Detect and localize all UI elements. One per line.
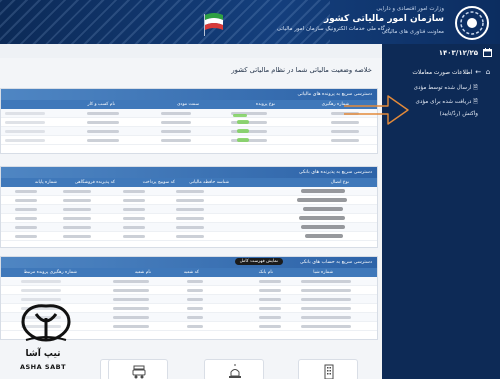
sidebar-item-sent[interactable]: 🗎 ارسال شده توسط مؤدی (414, 83, 478, 93)
logo-latin: ASHA SABT (19, 363, 67, 371)
table-row[interactable] (1, 187, 377, 196)
page-title: خلاصه وضعیت مالیاتی شما در نظام مالیاتی … (231, 66, 372, 74)
calendar-icon (483, 48, 492, 57)
column-header: کد سوییچ پرداخت (142, 180, 175, 185)
table-row[interactable] (1, 136, 377, 145)
organization-emblem-icon (455, 6, 489, 40)
column-header: کد پذیرنده فروشگاهی (74, 180, 115, 185)
table-body (1, 187, 377, 241)
service-card-building[interactable] (298, 359, 358, 379)
table-row[interactable] (1, 214, 377, 223)
column-header: سمت مودی (177, 102, 199, 107)
document-icon: 🗎 (473, 84, 478, 91)
column-header: نوع پرونده (255, 102, 275, 107)
annotation-arrow-icon (344, 95, 409, 125)
column-header: نام شعبه (134, 270, 151, 275)
sidebar-section-label: اطلاعات صورت معاملات (412, 70, 473, 76)
portal-header: درگاه ملی خدمات الکترونیک سازمان امور ما… (0, 0, 500, 44)
table-row[interactable] (1, 196, 377, 205)
portal-name: درگاه ملی خدمات الکترونیک سازمان امور ما… (276, 26, 390, 32)
logo-name: تیپ آشا (25, 349, 61, 359)
column-header: کد شعبه (183, 270, 199, 275)
table-row[interactable] (1, 232, 377, 241)
table-row[interactable] (1, 127, 377, 136)
column-header: شناسه حافظه مالیاتی (189, 180, 229, 185)
sidebar-section-transactions[interactable]: ⌂ ← اطلاعات صورت معاملات (412, 68, 492, 76)
table-header: نوع اتصال شناسه حافظه مالیاتی کد سوییچ پ… (1, 178, 377, 187)
tax-files-panel: دسترسی سریع به پرونده های مالیاتی شماره … (0, 88, 378, 154)
building-icon (324, 364, 334, 379)
table-header: شماره رهگیری نوع پرونده سمت مودی نام کسب… (1, 100, 377, 109)
service-card-vehicle[interactable] (108, 359, 168, 379)
table-row[interactable] (1, 223, 377, 232)
ministry-name: وزارت امور اقتصادی و دارایی (376, 6, 444, 12)
sidebar-item-reaction[interactable]: واکنش (ردّ/تایید) (440, 111, 478, 117)
tax-portal-screen: درگاه ملی خدمات الکترونیک سازمان امور ما… (0, 0, 500, 379)
document-icon: 🗎 (473, 98, 478, 105)
table-row[interactable] (1, 118, 377, 127)
siren-icon (229, 364, 241, 378)
service-card-alarm[interactable] (204, 359, 264, 379)
column-header: شماره پایانه (34, 180, 57, 185)
column-header: نام کسب و کار (87, 102, 115, 107)
column-header: نام بانک (258, 270, 273, 275)
header-pattern (0, 0, 330, 44)
iran-flag-icon (204, 13, 223, 36)
sidebar-item-received[interactable]: 🗎 دریافت شده برای مؤدی (416, 97, 478, 107)
column-header: شماره شبا (313, 270, 333, 275)
column-header: شماره رهگیری پرونده مرتبط (23, 270, 77, 275)
organization-name: سازمان امور مالیاتی کشور (323, 14, 444, 24)
chevron-left-icon: ← (475, 68, 482, 76)
table-row[interactable] (1, 277, 377, 286)
home-icon: ⌂ (485, 68, 491, 76)
table-row[interactable] (1, 286, 377, 295)
sidebar-item-label: دریافت شده برای مؤدی (415, 99, 472, 105)
bank-acceptors-panel: دسترسی سریع به پذیرنده های بانکی نوع اتص… (0, 166, 378, 248)
current-date: ۱۴۰۳/۱۲/۲۵ (438, 49, 478, 57)
table-row[interactable] (1, 109, 377, 118)
panel-header: دسترسی سریع به پرونده های مالیاتی (1, 89, 377, 100)
panel-header: دسترسی سریع به پذیرنده های بانکی (1, 167, 377, 178)
panel-header: دسترسی سریع به حساب های بانکی (1, 257, 377, 268)
car-icon (132, 365, 146, 379)
table-body (1, 109, 377, 145)
deputy-name: معاونت فناوری های مالیاتی (381, 29, 444, 35)
table-header: شماره شبا نام بانک کد شعبه نام شعبه شمار… (1, 268, 377, 277)
sidebar-item-label: ارسال شده توسط مؤدی (413, 85, 472, 91)
show-full-list-button[interactable]: نمایش فهرست کامل (234, 258, 283, 265)
table-row[interactable] (1, 205, 377, 214)
sidebar-item-label: واکنش (ردّ/تایید) (439, 111, 478, 117)
column-header: نوع اتصال (330, 180, 349, 185)
